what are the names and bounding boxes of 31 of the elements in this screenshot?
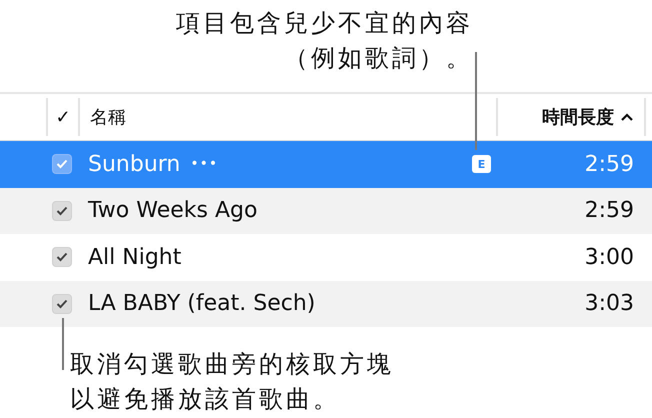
explicit-badge: E [472,155,491,174]
song-title: Two Weeks Ago [88,198,258,224]
checkbox[interactable] [52,154,72,174]
song-row[interactable]: Two Weeks Ago 2:59 [0,188,652,234]
song-duration: 2:59 [584,198,634,224]
checkmark-icon [56,206,68,216]
song-row[interactable]: All Night 3:00 [0,234,652,280]
song-row[interactable]: LA BABY (feat. Sech) 3:03 [0,280,652,327]
song-title: All Night [88,244,182,270]
column-header[interactable]: 時間長度 [542,105,634,129]
song-duration: 2:59 [584,152,634,177]
song-duration: 3:00 [584,244,634,270]
sort-caret-icon [620,112,634,122]
song-duration: 3:03 [584,291,634,316]
leader-line [62,318,64,370]
callout-text: 以避免播放該首歌曲。 [70,384,340,415]
column-header[interactable]: ✓ [55,106,71,128]
song-row[interactable]: Sunburn ••• E 2:59 [0,141,652,188]
callout-text: （例如歌詞）。 [284,43,473,74]
checkmark-icon [56,298,68,309]
checkbox[interactable] [52,200,72,221]
checkmark-icon [56,159,68,170]
checkbox[interactable] [52,247,72,268]
callout-text: 項目包含兒少不宜的內容 [176,8,473,39]
song-title: LA BABY (feat. Sech) [88,291,316,316]
more-options[interactable]: ••• [190,156,218,172]
callout-text: 取消勾選歌曲旁的核取方塊 [70,349,394,380]
checkmark-icon [56,252,68,262]
column-header[interactable]: 名稱 [90,105,126,129]
song-title: Sunburn [88,152,180,177]
checkbox[interactable] [52,294,72,314]
